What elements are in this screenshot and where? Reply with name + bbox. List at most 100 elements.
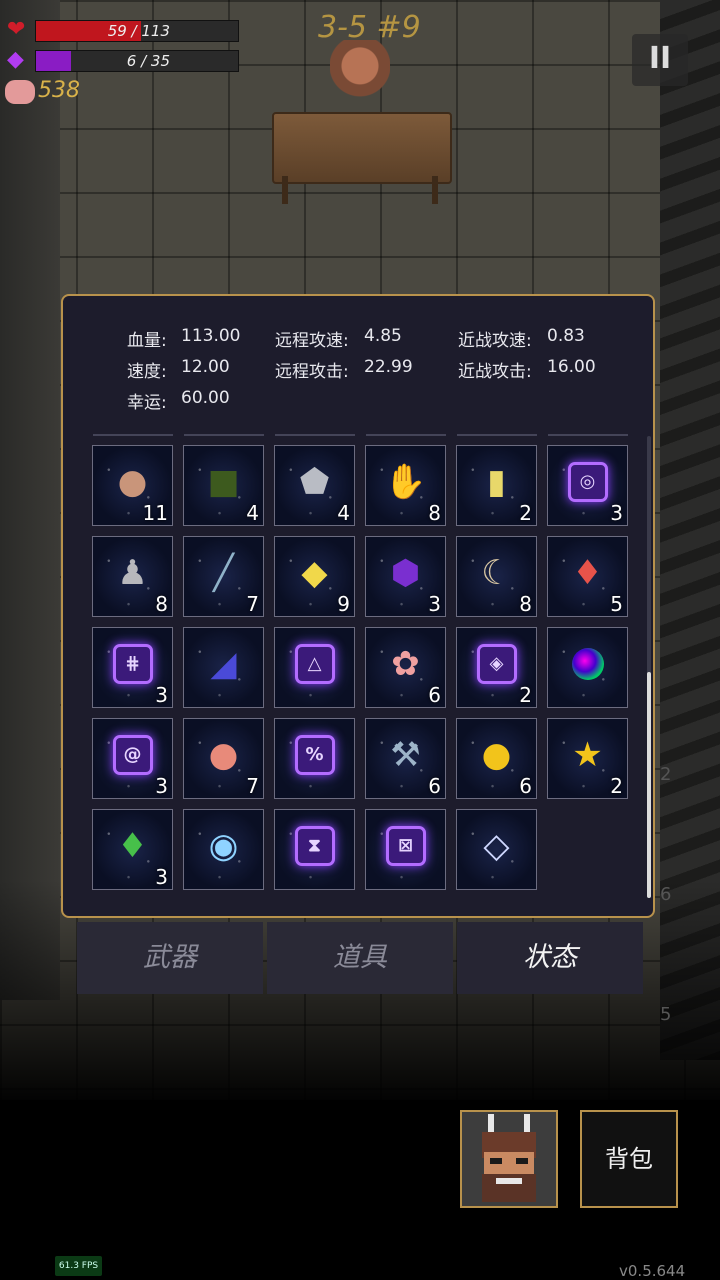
item-slot[interactable]: ● 11 <box>92 445 173 526</box>
flowers-icon: ✿ <box>391 643 420 684</box>
scrollbar-thumb[interactable] <box>647 672 651 898</box>
item-slot[interactable]: ● 6 <box>456 718 537 799</box>
character-face-icon <box>462 1112 556 1206</box>
item-count: 2 <box>519 683 532 707</box>
stat-hp: 血量: 113.00 <box>127 326 241 351</box>
item-slot[interactable]: ★ 2 <box>547 718 628 799</box>
item-slot[interactable]: △ <box>274 627 355 708</box>
item-count: 4 <box>337 501 350 525</box>
item-count: 3 <box>155 683 168 707</box>
stat-ranged-attack: 远程攻击: 22.99 <box>275 357 413 382</box>
tab-status[interactable]: 状态 <box>457 922 643 994</box>
stat-luck: 幸运: 60.00 <box>127 388 230 413</box>
item-count: 6 <box>428 774 441 798</box>
item-slot[interactable]: ■ 4 <box>183 445 264 526</box>
item-count: 2 <box>519 501 532 525</box>
item-slot[interactable]: ⚒ 6 <box>365 718 446 799</box>
item-count: 9 <box>337 592 350 616</box>
gloves-icon: ✋ <box>384 461 427 502</box>
background-number: 5 <box>660 1004 672 1025</box>
item-slot[interactable]: ⬢ 3 <box>365 536 446 617</box>
rainbow-orb-icon <box>571 647 604 680</box>
merchant-character <box>330 40 390 114</box>
item-slot[interactable]: ♦ 5 <box>547 536 628 617</box>
item-slot[interactable]: ✋ 8 <box>365 445 446 526</box>
item-slot[interactable]: ╱ 7 <box>183 536 264 617</box>
tab-props[interactable]: 道具 <box>267 922 453 994</box>
item-count: 7 <box>246 592 259 616</box>
item-slot[interactable]: ◈ 2 <box>456 627 537 708</box>
vial-icon: ╱ <box>213 552 234 593</box>
item-slot[interactable]: ◉ <box>183 809 264 890</box>
item-count: 3 <box>610 501 623 525</box>
gold-coin-icon: ● <box>481 734 512 775</box>
hp-text: 59 / 113 <box>107 22 170 40</box>
item-slot[interactable]: ◆ 9 <box>274 536 355 617</box>
hourglass-card-icon: ▮ <box>487 461 506 502</box>
hammer-icon: ⚒ <box>390 734 421 775</box>
pig-icon <box>5 80 35 104</box>
item-slot[interactable]: % <box>274 718 355 799</box>
item-slot[interactable]: ◇ <box>456 809 537 890</box>
peach-icon: ● <box>208 734 239 775</box>
grid-divider <box>91 434 631 436</box>
cloak-statue-icon: ♟ <box>117 552 148 593</box>
item-slot[interactable]: ♟ 8 <box>92 536 173 617</box>
level-indicator: 3-5 #9 <box>318 10 421 45</box>
star-trophy-icon: ★ <box>572 734 603 775</box>
item-count: 8 <box>519 592 532 616</box>
item-slot[interactable]: ▮ 2 <box>456 445 537 526</box>
character-portrait-button[interactable] <box>460 1110 558 1208</box>
item-slot[interactable]: ⋕ 3 <box>92 627 173 708</box>
item-count: 11 <box>142 501 168 525</box>
rune-triangle-icon: △ <box>294 643 335 684</box>
mana-crystal-icon: ◆ <box>7 47 24 72</box>
horn-icon: ☾ <box>481 552 512 593</box>
rune-percent-icon: % <box>294 734 335 775</box>
item-count: 8 <box>155 592 168 616</box>
item-count: 3 <box>155 774 168 798</box>
purple-shell-icon: ⬢ <box>390 552 421 593</box>
rune-eye-icon: ◈ <box>476 643 517 684</box>
heart-icon: ❤ <box>7 17 26 42</box>
stone-icon: ⬟ <box>299 461 330 502</box>
pouch-icon: ● <box>117 461 148 502</box>
red-crystal-icon: ♦ <box>572 552 603 593</box>
item-slot[interactable]: ♦ 3 <box>92 809 173 890</box>
item-slot[interactable] <box>547 627 628 708</box>
mp-bar-fill <box>36 51 71 71</box>
item-slot[interactable]: ✿ 6 <box>365 627 446 708</box>
table-leg <box>432 176 438 204</box>
hp-bar: 59 / 113 <box>35 20 239 42</box>
stat-melee-attack: 近战攻击: 16.00 <box>458 357 596 382</box>
item-slot[interactable]: @3 <box>92 718 173 799</box>
background-number: 2 <box>660 764 672 785</box>
item-slot[interactable]: ◢ <box>183 627 264 708</box>
item-slot[interactable]: ◎ 3 <box>547 445 628 526</box>
fps-counter: 61.3 FPS <box>55 1256 102 1276</box>
status-panel: 血量: 113.00 速度: 12.00 幸运: 60.00 远程攻速: 4.8… <box>61 294 655 918</box>
item-slot[interactable]: ● 7 <box>183 718 264 799</box>
shop-table <box>272 112 452 184</box>
rune-spiral-icon: ◎ <box>567 461 608 502</box>
diamond-frame-icon: ◇ <box>483 825 510 866</box>
blue-book-icon: ◢ <box>210 643 237 684</box>
tab-weapons[interactable]: 武器 <box>77 922 263 994</box>
version-label: v0.5.644 <box>619 1262 686 1280</box>
stat-melee-speed: 近战攻速: 0.83 <box>458 326 585 351</box>
pause-button[interactable]: II <box>632 34 688 86</box>
mp-text: 6 / 35 <box>126 52 170 70</box>
table-leg <box>282 176 288 204</box>
item-slot[interactable]: ☾ 8 <box>456 536 537 617</box>
item-count: 3 <box>428 592 441 616</box>
background-number: 6 <box>660 884 672 905</box>
green-crystal-icon: ♦ <box>117 825 148 866</box>
backpack-button[interactable]: 背包 <box>580 1110 678 1208</box>
item-slot[interactable]: ⧗ <box>274 809 355 890</box>
rune-swirl-icon: @ <box>112 734 153 775</box>
item-scrollbar[interactable] <box>647 436 651 898</box>
item-slot[interactable]: ⊠ <box>365 809 446 890</box>
stat-speed: 速度: 12.00 <box>127 357 230 382</box>
item-slot[interactable]: ⬟ 4 <box>274 445 355 526</box>
item-count: 7 <box>246 774 259 798</box>
